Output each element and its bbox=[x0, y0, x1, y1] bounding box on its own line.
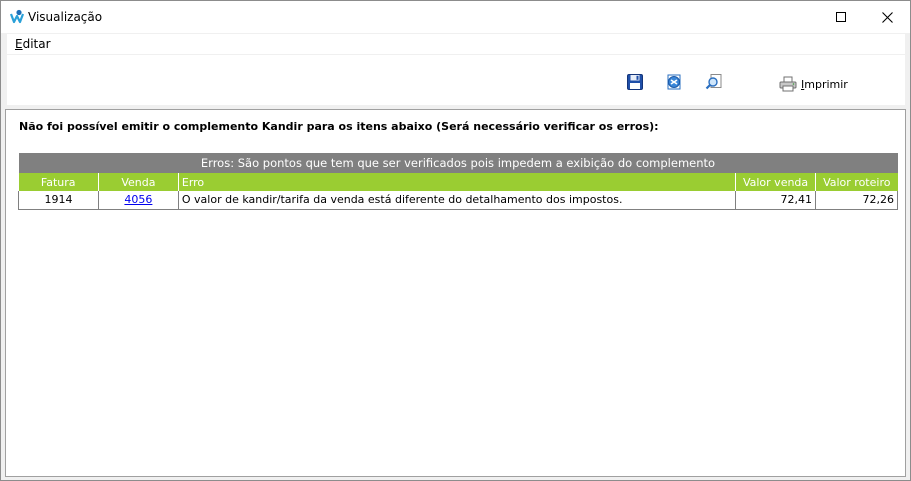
title-bar[interactable]: Visualização bbox=[1, 1, 910, 33]
col-header-fatura: Fatura bbox=[18, 173, 99, 191]
col-header-erro: Erro bbox=[178, 173, 737, 191]
printer-icon bbox=[779, 76, 797, 92]
col-header-valor-venda: Valor venda bbox=[735, 173, 817, 191]
app-logo-icon bbox=[9, 9, 25, 25]
table-row: 1914 4056 O valor de kandir/tarifa da ve… bbox=[18, 191, 898, 210]
window-title: Visualização bbox=[28, 10, 103, 24]
cell-valor-venda: 72,41 bbox=[735, 191, 817, 210]
cell-fatura: 1914 bbox=[18, 191, 99, 210]
save-icon[interactable] bbox=[626, 73, 644, 91]
cell-valor-roteiro: 72,26 bbox=[815, 191, 898, 210]
menu-editar[interactable]: Editar bbox=[15, 37, 51, 51]
window: Visualização Editar Imprimir Não foi pos… bbox=[0, 0, 911, 481]
zoom-preview-icon[interactable] bbox=[705, 73, 723, 91]
print-label: Imprimir bbox=[801, 77, 848, 91]
toolbar: Imprimir bbox=[7, 55, 905, 105]
maximize-icon bbox=[836, 12, 846, 22]
close-button[interactable] bbox=[864, 1, 910, 33]
menu-bar: Editar bbox=[7, 34, 905, 54]
export-icon[interactable] bbox=[665, 73, 683, 91]
maximize-button[interactable] bbox=[818, 1, 864, 33]
report-panel: Não foi possível emitir o complemento Ka… bbox=[5, 109, 906, 477]
table-caption: Erros: São pontos que tem que ser verifi… bbox=[18, 153, 898, 173]
col-header-valor-roteiro: Valor roteiro bbox=[815, 173, 898, 191]
venda-link[interactable]: 4056 bbox=[124, 193, 152, 206]
errors-table: Erros: São pontos que tem que ser verifi… bbox=[18, 153, 898, 210]
print-button[interactable]: Imprimir bbox=[779, 75, 848, 93]
error-message: Não foi possível emitir o complemento Ka… bbox=[19, 120, 659, 133]
close-icon bbox=[881, 11, 893, 23]
col-header-venda: Venda bbox=[98, 173, 179, 191]
cell-erro: O valor de kandir/tarifa da venda está d… bbox=[177, 191, 737, 210]
cell-venda: 4056 bbox=[97, 191, 179, 210]
